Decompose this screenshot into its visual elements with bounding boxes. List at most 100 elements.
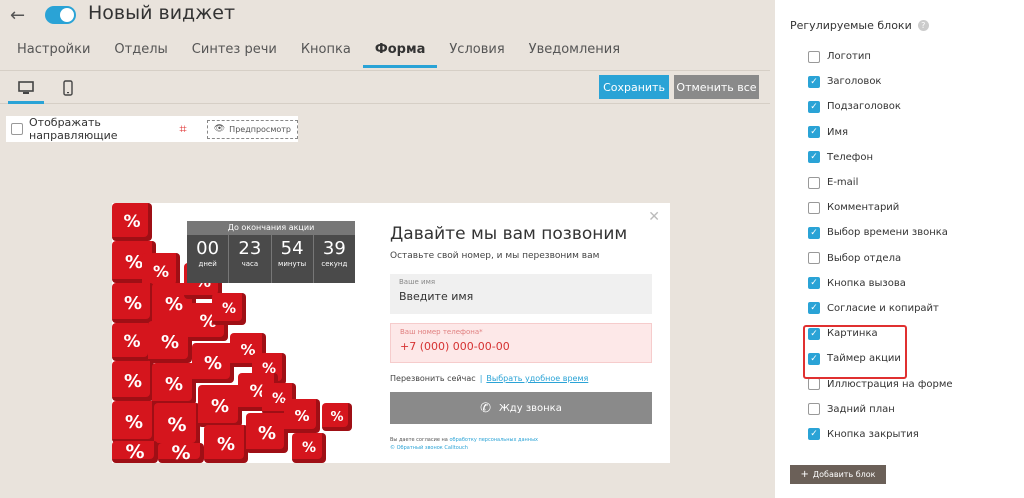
- block-item[interactable]: ✓ Кнопка вызова: [808, 271, 953, 296]
- call-options-separator: |: [479, 374, 483, 383]
- block-item[interactable]: ✓ Телефон: [808, 145, 953, 170]
- dice-cube: %: [198, 385, 242, 427]
- tab-button[interactable]: Кнопка: [289, 38, 363, 68]
- name-input[interactable]: Ваше имя Введите имя: [390, 274, 652, 314]
- add-block-button[interactable]: + Добавить блок: [790, 465, 886, 484]
- dice-cube: %: [284, 399, 320, 433]
- dice-cube: %: [152, 363, 196, 405]
- preview-label: Предпросмотр: [229, 124, 291, 134]
- tab-settings[interactable]: Настройки: [0, 38, 102, 68]
- block-item[interactable]: E-mail: [808, 170, 953, 195]
- tab-departments[interactable]: Отделы: [102, 38, 179, 68]
- block-label: Имя: [827, 126, 849, 138]
- save-button[interactable]: Сохранить: [599, 75, 669, 99]
- tab-speech-synthesis[interactable]: Синтез речи: [180, 38, 289, 68]
- call-button-label: Жду звонка: [499, 402, 562, 414]
- block-item[interactable]: Комментарий: [808, 195, 953, 220]
- guides-grid-icon: ⌗: [179, 121, 187, 137]
- tab-notifications[interactable]: Уведомления: [517, 38, 632, 68]
- timer-seconds-value: 39: [322, 238, 346, 259]
- timer-days-value: 00: [196, 238, 220, 259]
- panel-title-text: Регулируемые блоки: [790, 19, 912, 32]
- block-label: Согласие и копирайт: [827, 302, 939, 314]
- dice-cube: %: [112, 203, 152, 241]
- tab-conditions[interactable]: Условия: [437, 38, 516, 68]
- block-checkbox[interactable]: [808, 378, 820, 391]
- block-item[interactable]: ✓ Имя: [808, 120, 953, 145]
- block-checkbox[interactable]: ✓: [808, 277, 820, 290]
- phone-field-label: Ваш номер телефона*: [400, 328, 483, 336]
- desktop-view-button[interactable]: [6, 71, 46, 104]
- preview-button[interactable]: 👁 Предпросмотр: [206, 119, 298, 139]
- editor-area: ← Новый виджет Настройки Отделы Синтез р…: [0, 0, 770, 498]
- widget-preview: %%%%%%%%%%%%%%%%%%%%%%%%%%% До окончания…: [112, 203, 670, 463]
- call-now-option[interactable]: Перезвонить сейчас: [390, 374, 476, 383]
- block-checkbox[interactable]: ✓: [808, 75, 820, 88]
- block-checkbox[interactable]: [808, 176, 820, 189]
- dice-cube: %: [148, 321, 192, 363]
- widget-close-icon[interactable]: ✕: [648, 209, 660, 225]
- name-field-label: Ваше имя: [399, 278, 436, 286]
- block-checkbox[interactable]: [808, 403, 820, 416]
- block-item[interactable]: Задний план: [808, 397, 953, 422]
- dice-cube: %: [292, 433, 326, 463]
- timer-cell-seconds: 39 секунд: [314, 235, 355, 283]
- block-item[interactable]: Логотип: [808, 44, 953, 69]
- block-checkbox[interactable]: ✓: [808, 428, 820, 441]
- copyright-link[interactable]: © Обратный звонок Calltouch: [390, 444, 538, 452]
- block-item[interactable]: ✓ Выбор времени звонка: [808, 220, 953, 245]
- block-item[interactable]: ✓ Кнопка закрытия: [808, 422, 953, 447]
- block-checkbox[interactable]: ✓: [808, 302, 820, 315]
- guides-bar: Отображать направляющие ⌗ 👁 Предпросмотр: [6, 116, 298, 142]
- name-field-placeholder: Введите имя: [399, 290, 474, 303]
- help-icon[interactable]: ?: [917, 20, 929, 31]
- block-item[interactable]: ✓ Подзаголовок: [808, 94, 953, 119]
- show-guides-checkbox[interactable]: [11, 123, 23, 135]
- widget-subtitle: Оставьте свой номер, и мы перезвоним вам: [390, 251, 600, 261]
- dice-cube: %: [192, 343, 234, 383]
- block-checkbox[interactable]: [808, 252, 820, 265]
- timer-hours-value: 23: [238, 238, 262, 259]
- block-checkbox[interactable]: [808, 50, 820, 63]
- block-label: Иллюстрация на форме: [827, 378, 953, 390]
- timer-seconds-unit: секунд: [321, 260, 348, 268]
- timer-cell-days: 00 дней: [187, 235, 230, 283]
- block-checkbox[interactable]: ✓: [808, 100, 820, 113]
- tab-form[interactable]: Форма: [362, 38, 438, 68]
- dice-cube: %: [112, 323, 152, 361]
- timer-title: До окончания акции: [187, 221, 355, 235]
- phone-icon: ✆: [480, 400, 492, 416]
- dice-cube: %: [246, 413, 288, 453]
- page-title: Новый виджет: [88, 2, 236, 24]
- block-item[interactable]: ✓ Согласие и копирайт: [808, 296, 953, 321]
- block-label: Заголовок: [827, 76, 882, 88]
- phone-input[interactable]: Ваш номер телефона* +7 (000) 000-00-00: [390, 323, 652, 363]
- block-checkbox[interactable]: [808, 201, 820, 214]
- block-checkbox[interactable]: ✓: [808, 151, 820, 164]
- dice-cube: %: [112, 441, 158, 463]
- block-label: E-mail: [827, 177, 859, 189]
- block-label: Подзаголовок: [827, 101, 901, 113]
- timer-cell-hours: 23 часа: [229, 235, 272, 283]
- dice-cube: %: [112, 361, 154, 401]
- block-checkbox[interactable]: ✓: [808, 226, 820, 239]
- dice-cube: %: [204, 425, 248, 463]
- call-button[interactable]: ✆ Жду звонка: [390, 392, 652, 424]
- panel-title: Регулируемые блоки ?: [790, 19, 929, 32]
- mobile-icon: [63, 79, 73, 96]
- widget-enabled-toggle[interactable]: [45, 6, 76, 24]
- timer-cell-minutes: 54 минуты: [272, 235, 314, 283]
- block-item[interactable]: Выбор отдела: [808, 246, 953, 271]
- block-label: Кнопка вызова: [827, 277, 906, 289]
- consent-link[interactable]: обработку персональных данных: [449, 437, 538, 443]
- block-item[interactable]: ✓ Заголовок: [808, 69, 953, 94]
- back-arrow-icon[interactable]: ←: [10, 5, 25, 26]
- blocks-panel: Регулируемые блоки ? Логотип ✓ Заголовок ✓ П…: [775, 0, 1024, 498]
- cancel-all-button[interactable]: Отменить все: [674, 75, 759, 99]
- timer-cells: 00 дней 23 часа 54 минуты 39 секунд: [187, 235, 355, 283]
- block-checkbox[interactable]: ✓: [808, 126, 820, 139]
- choose-time-link[interactable]: Выбрать удобное время: [486, 374, 588, 383]
- desktop-icon: [18, 80, 34, 94]
- add-block-label: Добавить блок: [812, 470, 876, 479]
- mobile-view-button[interactable]: [48, 71, 88, 104]
